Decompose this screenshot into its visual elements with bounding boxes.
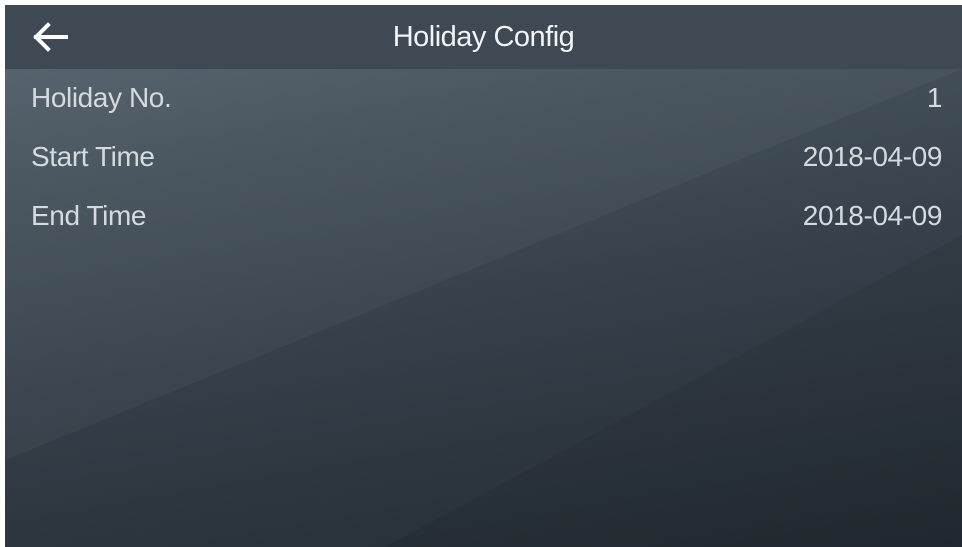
holiday-no-label: Holiday No. [31,82,172,113]
start-time-value: 2018-04-09 [802,141,943,172]
back-button[interactable] [31,17,91,57]
holiday-no-row[interactable]: Holiday No. 1 [5,69,962,127]
end-time-row[interactable]: End Time 2018-04-09 [5,187,962,245]
start-time-row[interactable]: Start Time 2018-04-09 [5,128,962,186]
end-time-value: 2018-04-09 [802,200,943,231]
holiday-config-screen: Holiday Config Holiday No. 1 Start Time … [5,5,962,547]
start-time-label: Start Time [31,141,155,172]
page-title: Holiday Config [392,21,575,53]
arrow-left-icon [33,22,68,52]
header-bar: Holiday Config [5,5,962,69]
holiday-no-value: 1 [926,82,943,113]
end-time-label: End Time [31,200,147,231]
